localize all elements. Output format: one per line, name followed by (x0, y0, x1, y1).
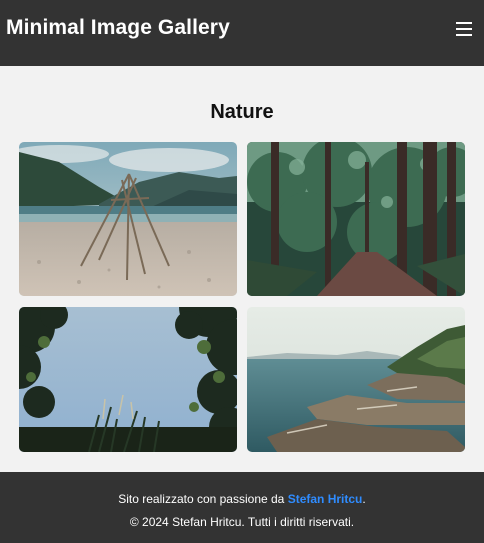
footer-copyright: © 2024 Stefan Hritcu. Tutti i diritti ri… (129, 515, 355, 529)
gallery-title: Nature (210, 101, 274, 123)
footer-credit-suffix: . (362, 492, 366, 506)
hamburger-menu-icon[interactable] (454, 19, 474, 39)
menu-bar (456, 28, 472, 30)
site-header: Minimal Image Gallery (0, 0, 484, 66)
site-footer: Sito realizzato con passione da Stefan H… (0, 472, 484, 543)
site-title: Minimal Image Gallery (6, 16, 230, 39)
gallery-image-rocky-coast[interactable] (247, 307, 465, 452)
rocky-coast-image (247, 307, 465, 452)
menu-bar (456, 34, 472, 36)
lake-teepee-image (19, 142, 237, 296)
footer-credit-prefix: Sito realizzato con passione da (118, 492, 285, 506)
sky-leaves-image (19, 307, 237, 452)
gallery-image-forest-path[interactable] (247, 142, 465, 296)
footer-credit: Sito realizzato con passione da Stefan H… (0, 492, 484, 506)
gallery-image-sky-leaves[interactable] (19, 307, 237, 452)
menu-bar (456, 22, 472, 24)
forest-path-image (247, 142, 465, 296)
gallery-image-lake-teepee[interactable] (19, 142, 237, 296)
author-link[interactable]: Stefan Hritcu (288, 492, 363, 506)
